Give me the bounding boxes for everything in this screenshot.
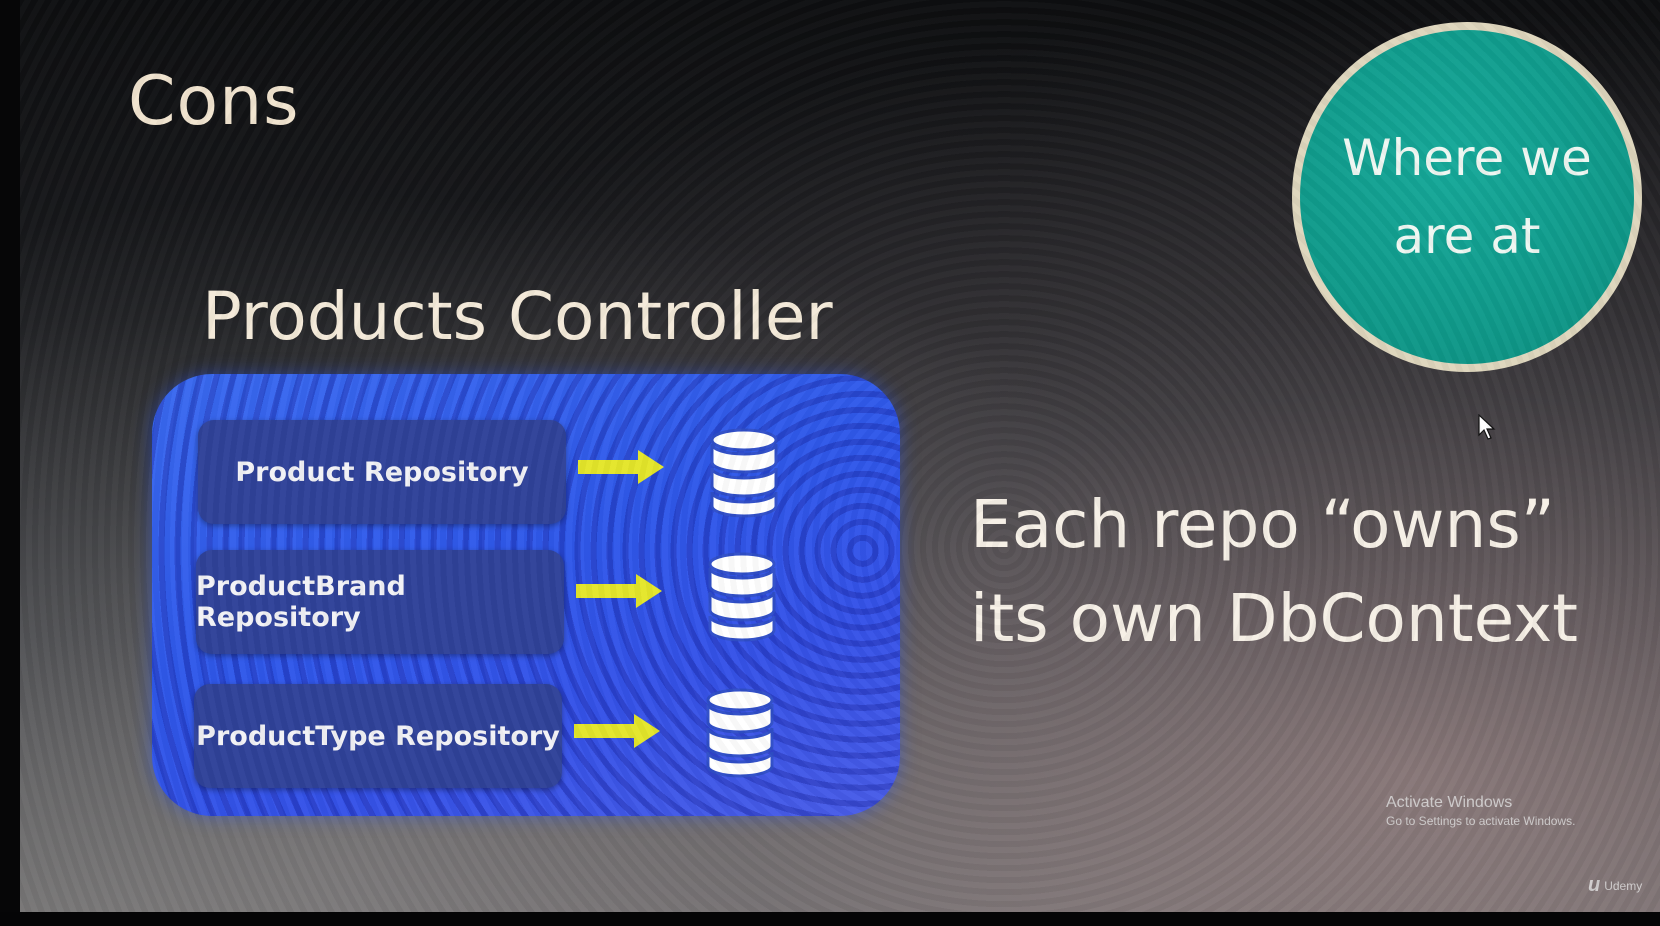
activate-windows-watermark[interactable]: Activate Windows Go to Settings to activ… bbox=[1386, 794, 1575, 828]
database-icon bbox=[710, 428, 778, 518]
right-arrow-icon bbox=[576, 574, 662, 608]
activate-title: Activate Windows bbox=[1386, 794, 1513, 811]
repo-label: Product Repository bbox=[235, 456, 529, 488]
controller-panel: Product Repository ProductBrand Reposito… bbox=[152, 374, 900, 816]
diagram-title: Products Controller bbox=[202, 278, 833, 355]
repo-label: ProductBrand Repository bbox=[196, 571, 406, 633]
mouse-pointer-icon bbox=[1478, 414, 1496, 440]
right-arrow-icon bbox=[578, 450, 664, 484]
badge-line-1: Where we bbox=[1342, 129, 1592, 187]
udemy-icon: u bbox=[1588, 874, 1601, 896]
database-icon bbox=[706, 688, 774, 778]
statement-text: Each repo “owns” its own DbContext bbox=[970, 478, 1578, 666]
where-we-are-badge: Where we are at bbox=[1292, 22, 1642, 372]
repo-label: ProductType Repository bbox=[196, 720, 560, 752]
presentation-slide: Cons Products Controller Product Reposit… bbox=[20, 0, 1660, 912]
statement-line-1: Each repo “owns” bbox=[970, 486, 1555, 563]
repo-box-productbrand: ProductBrand Repository bbox=[196, 550, 564, 654]
udemy-brand: Udemy bbox=[1604, 878, 1643, 893]
screen: Cons Products Controller Product Reposit… bbox=[0, 0, 1660, 926]
database-icon bbox=[708, 552, 776, 642]
slide-title: Cons bbox=[128, 62, 300, 141]
badge-line-2: are at bbox=[1393, 207, 1541, 265]
udemy-logo: u Udemy bbox=[1588, 874, 1642, 897]
activate-hint: Go to Settings to activate Windows. bbox=[1386, 814, 1576, 828]
screen-bezel bbox=[0, 912, 1660, 926]
statement-line-2: its own DbContext bbox=[970, 580, 1579, 657]
right-arrow-icon bbox=[574, 714, 660, 748]
repo-box-producttype: ProductType Repository bbox=[194, 684, 562, 788]
repo-box-product: Product Repository bbox=[198, 420, 566, 524]
